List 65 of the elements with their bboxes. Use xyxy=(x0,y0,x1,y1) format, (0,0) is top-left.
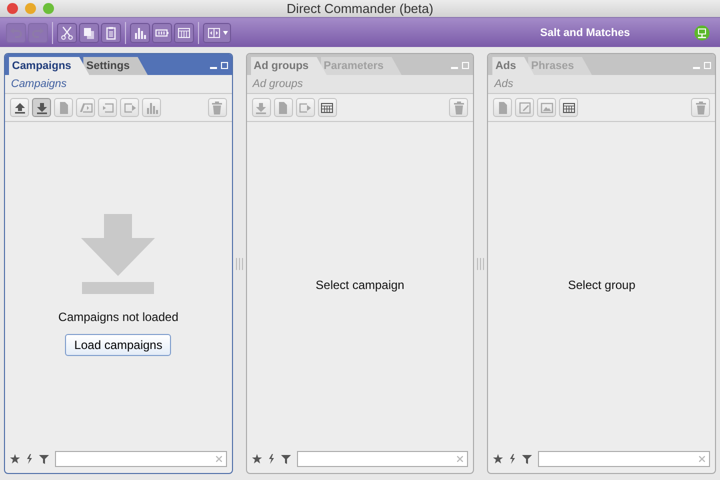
toolbar-button[interactable] xyxy=(152,22,172,42)
clear-icon[interactable] xyxy=(699,456,706,462)
star-icon[interactable] xyxy=(252,454,262,464)
toolbar-button[interactable] xyxy=(101,22,121,42)
columns-icon xyxy=(177,26,191,40)
clipboard-icon xyxy=(104,26,118,40)
trash-icon xyxy=(452,100,465,114)
table-icon xyxy=(320,100,334,114)
maximize-icon[interactable] xyxy=(220,62,228,69)
download-icon xyxy=(34,100,48,114)
table-icon xyxy=(562,100,576,114)
star-icon[interactable] xyxy=(10,454,20,464)
panel-subtitle: Ad groups xyxy=(246,75,474,94)
caret-icon xyxy=(222,30,228,34)
image-icon xyxy=(540,100,554,114)
export-icon xyxy=(298,100,312,114)
rename-icon xyxy=(78,100,92,114)
delete-button[interactable] xyxy=(691,98,710,117)
trash-icon xyxy=(694,100,707,114)
delete-button[interactable] xyxy=(449,98,468,117)
lightning-icon[interactable] xyxy=(26,454,33,464)
window-title: Direct Commander (beta) xyxy=(286,1,434,16)
filter-icon[interactable] xyxy=(522,454,532,464)
search-field[interactable] xyxy=(55,451,227,467)
panel-subtitle: Ads xyxy=(488,75,716,94)
account-name: Salt and Matches xyxy=(540,26,630,38)
import-icon xyxy=(100,100,114,114)
toolbar-button[interactable] xyxy=(203,22,231,42)
trash-icon xyxy=(211,100,224,114)
tab[interactable]: Settings xyxy=(83,57,148,75)
scissors-icon xyxy=(60,26,74,40)
load-button[interactable]: Load campaigns xyxy=(65,334,172,356)
filter-icon[interactable] xyxy=(280,454,291,464)
clear-icon[interactable] xyxy=(457,456,464,462)
lightning-icon[interactable] xyxy=(268,454,275,464)
toolbar-button[interactable] xyxy=(57,22,77,42)
toolbar-button[interactable] xyxy=(79,22,99,42)
toolbar-button[interactable] xyxy=(174,22,194,42)
minimize-button[interactable] xyxy=(25,3,36,14)
toolbar-button[interactable] xyxy=(130,22,150,42)
tool-button[interactable] xyxy=(32,98,51,117)
empty-message: Select campaign xyxy=(316,278,404,292)
close-button[interactable] xyxy=(7,3,18,14)
empty-message: Select group xyxy=(568,278,636,292)
bar-chart-icon xyxy=(133,26,147,40)
layout-icon xyxy=(206,26,220,40)
star-icon[interactable] xyxy=(493,454,504,464)
search-field[interactable] xyxy=(538,451,710,467)
tool-button[interactable] xyxy=(559,98,578,117)
zoom-button[interactable] xyxy=(43,3,54,14)
bar-chart-icon xyxy=(144,100,158,114)
delete-button[interactable] xyxy=(208,98,227,117)
clear-icon[interactable] xyxy=(216,456,222,462)
export-icon xyxy=(122,100,136,114)
network-status-icon xyxy=(694,24,710,40)
tool-button[interactable] xyxy=(10,98,29,117)
status-message: Campaigns not loaded xyxy=(58,310,178,324)
tool-button[interactable] xyxy=(318,98,337,117)
edit-icon xyxy=(518,100,532,114)
filter-icon[interactable] xyxy=(39,454,49,464)
lightning-icon[interactable] xyxy=(509,454,516,464)
upload-icon xyxy=(12,100,26,114)
search-field[interactable] xyxy=(296,451,468,467)
copy-icon xyxy=(82,26,96,40)
download-icon xyxy=(254,100,268,114)
